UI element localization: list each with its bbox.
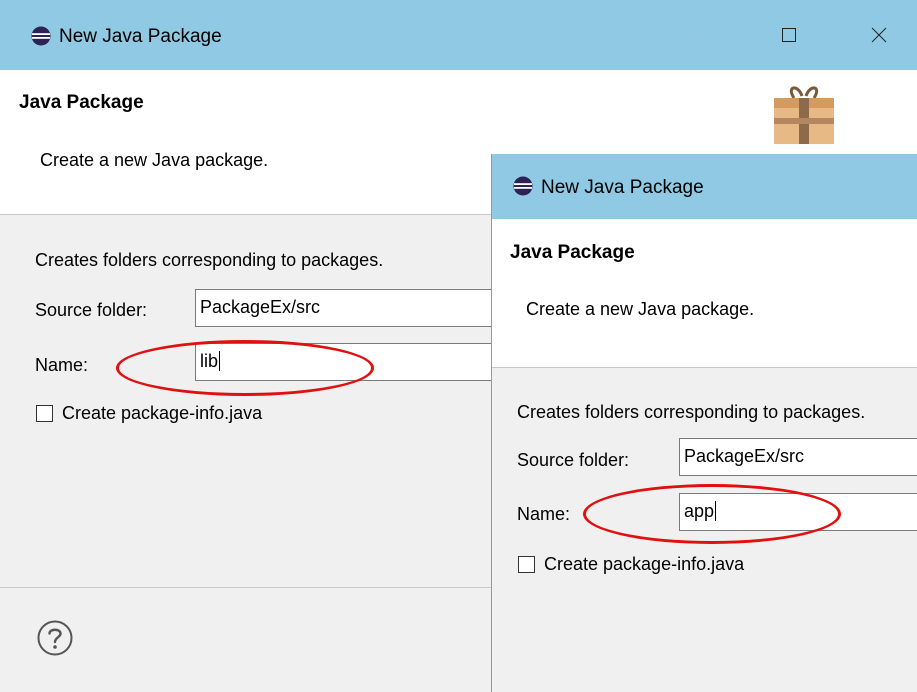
name-label: Name: <box>517 504 571 524</box>
name-value: lib <box>200 351 219 371</box>
window-title: New Java Package <box>59 26 222 47</box>
window-title: New Java Package <box>541 177 704 198</box>
text-caret <box>219 351 221 371</box>
source-folder-value: PackageEx/src <box>200 297 321 317</box>
new-java-package-dialog-front: New Java Package Java Package Create a n… <box>491 154 917 692</box>
source-folder-input[interactable]: PackageEx/src <box>679 438 917 476</box>
help-icon[interactable] <box>36 619 74 657</box>
name-label: Name: <box>35 355 89 375</box>
eclipse-icon <box>513 176 533 196</box>
title-bar[interactable]: New Java Package <box>0 0 917 70</box>
minimize-icon <box>693 34 705 36</box>
close-icon <box>871 27 887 43</box>
wizard-page-description: Create a new Java package. <box>526 299 755 319</box>
create-package-info-label[interactable]: Create package-info.java <box>544 554 744 575</box>
maximize-button[interactable] <box>766 17 812 53</box>
source-folder-label: Source folder: <box>35 300 148 320</box>
source-folder-value: PackageEx/src <box>684 446 805 466</box>
eclipse-icon <box>31 26 51 46</box>
wizard-page-title: Java Package <box>19 92 144 113</box>
close-button[interactable] <box>856 17 902 53</box>
source-folder-input[interactable]: PackageEx/src <box>195 289 505 327</box>
create-package-info-label[interactable]: Create package-info.java <box>62 403 262 424</box>
name-input[interactable]: app <box>679 493 917 531</box>
source-folder-label: Source folder: <box>517 450 630 470</box>
title-bar[interactable]: New Java Package <box>492 154 917 219</box>
wizard-page-title: Java Package <box>510 242 635 263</box>
intro-text: Creates folders corresponding to package… <box>517 402 866 422</box>
intro-text: Creates folders corresponding to package… <box>35 250 384 270</box>
wizard-header: Java Package Create a new Java package. <box>492 219 917 368</box>
create-package-info-checkbox[interactable] <box>36 405 53 422</box>
text-caret <box>715 501 717 521</box>
create-package-info-checkbox[interactable] <box>518 556 535 573</box>
wizard-page-description: Create a new Java package. <box>40 150 269 170</box>
name-value: app <box>684 501 715 521</box>
minimize-button[interactable] <box>676 17 722 53</box>
package-gift-icon <box>774 86 834 144</box>
name-input[interactable]: lib <box>195 343 505 381</box>
maximize-icon <box>782 28 796 42</box>
